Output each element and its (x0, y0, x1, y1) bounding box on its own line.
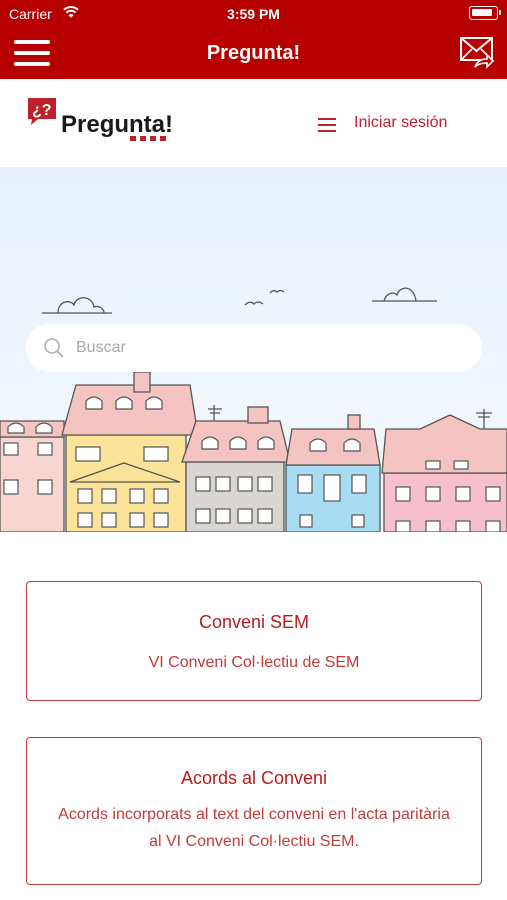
clock: 3:59 PM (227, 6, 280, 22)
nav-title: Pregunta! (206, 42, 301, 64)
login-link[interactable]: Iniciar sesión (354, 114, 447, 132)
hero-banner: Buscar (0, 167, 507, 532)
search-icon (44, 338, 64, 358)
site-menu-icon[interactable] (318, 118, 336, 132)
card-title: Acords al Conveni (180, 768, 328, 788)
app-bar: Carrier 3:59 PM Pregunta! (0, 0, 507, 79)
card-description: Acords incorporats al text del conveni e… (58, 806, 450, 850)
svg-text:¿?: ¿? (32, 102, 52, 119)
search-bar[interactable]: Buscar (26, 324, 482, 372)
site-header: ¿? Pregunta! Iniciar sesión (0, 79, 507, 167)
card-conveni-sem[interactable]: Conveni SEM VI Conveni Col·lectiu de SEM (26, 581, 482, 701)
card-title: Conveni SEM (198, 612, 310, 632)
mail-forward-icon[interactable] (459, 34, 495, 70)
card-acords-al-conveni[interactable]: Acords al Conveni Acords incorporats al … (26, 737, 482, 885)
search-input[interactable]: Buscar (76, 339, 126, 357)
card-description: VI Conveni Col·lectiu de SEM (148, 654, 360, 671)
pregunta-logo[interactable]: ¿? Pregunta! (26, 96, 176, 144)
svg-text:Pregunta!: Pregunta! (61, 111, 173, 138)
battery-icon (469, 6, 501, 20)
status-bar: Carrier 3:59 PM (0, 0, 507, 28)
